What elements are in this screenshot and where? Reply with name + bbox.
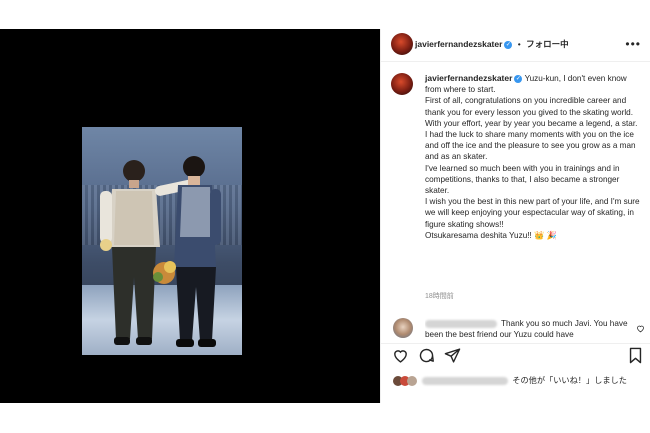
comment-item: Thank you so much Javi. You have been th… xyxy=(425,318,635,340)
instagram-post: javierfernandezskater ✓ • フォロー中 ••• javie… xyxy=(0,29,650,403)
post-media[interactable] xyxy=(0,29,380,403)
post-side-panel: javierfernandezskater ✓ • フォロー中 ••• javie… xyxy=(380,29,650,403)
likes-summary: その他が「いいね！」しました xyxy=(393,375,643,387)
commenter-username-blurred[interactable] xyxy=(425,319,497,328)
commenter-avatar[interactable] xyxy=(393,318,413,338)
post-photo xyxy=(82,127,242,355)
likes-text[interactable]: その他が「いいね！」しました xyxy=(512,376,627,385)
caption-verified-icon: ✓ xyxy=(514,74,523,83)
caption-line: Otsukaresama deshita Yuzu!! 👑 🎉 xyxy=(425,230,557,240)
verified-badge-icon: ✓ xyxy=(504,40,513,49)
caption-line: I've learned so much been with you in tr… xyxy=(425,163,620,196)
caption-avatar[interactable] xyxy=(391,73,413,95)
caption-username[interactable]: javierfernandezskater xyxy=(425,73,512,83)
post-timestamp[interactable]: 18時間前 xyxy=(425,291,454,301)
following-button[interactable]: フォロー中 xyxy=(526,39,569,49)
heart-icon[interactable] xyxy=(392,347,409,364)
liker-username-blurred[interactable] xyxy=(422,376,509,385)
post-header: javierfernandezskater ✓ • フォロー中 xyxy=(415,38,569,50)
header-separator: • xyxy=(517,39,521,49)
bookmark-icon[interactable] xyxy=(628,347,643,364)
comment-icon[interactable] xyxy=(418,347,435,364)
liker-avatar[interactable] xyxy=(407,375,417,386)
author-username[interactable]: javierfernandezskater xyxy=(415,39,502,49)
author-avatar[interactable] xyxy=(391,33,413,55)
skaters-illustration xyxy=(100,156,221,347)
more-horizontal-icon[interactable]: ••• xyxy=(625,37,641,51)
post-caption: javierfernandezskater ✓ Yuzu-kun, I don't… xyxy=(425,73,645,241)
actions-divider xyxy=(381,343,650,344)
caption-line: First of all, congratulations on you inc… xyxy=(425,96,638,128)
comment-like-heart-icon[interactable] xyxy=(636,324,645,333)
send-icon[interactable] xyxy=(444,347,461,364)
caption-line: I had the luck to share many moments wit… xyxy=(425,130,636,162)
caption-line: I wish you the best in this new part of … xyxy=(425,197,640,229)
header-divider xyxy=(381,61,650,62)
